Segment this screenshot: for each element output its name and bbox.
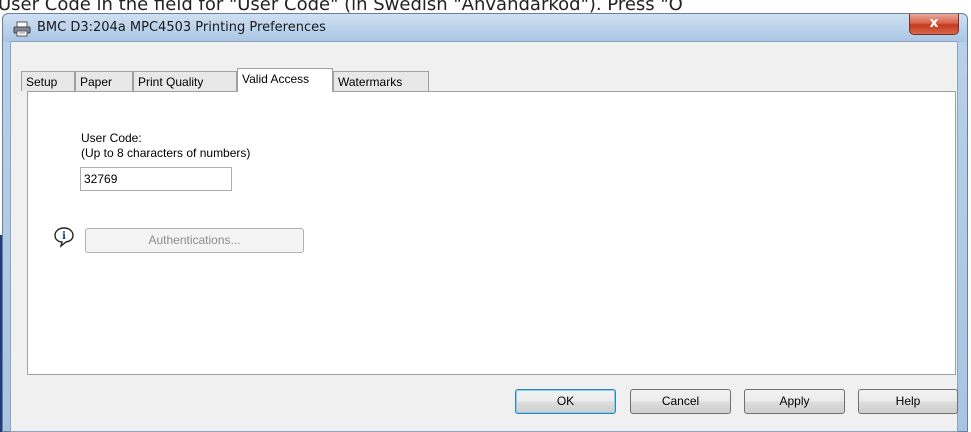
tab-label: Print Quality [138,75,204,89]
ok-button[interactable]: OK [515,389,616,414]
authentications-button: Authentications... [85,228,304,253]
cancel-button[interactable]: Cancel [630,389,731,414]
tab-print-quality[interactable]: Print Quality [133,71,237,91]
info-icon: i [54,227,74,248]
tab-label: Paper [80,75,113,89]
apply-label: Apply [779,394,810,408]
user-code-hint: (Up to 8 characters of numbers) [81,146,251,160]
printer-icon [13,21,31,37]
title-bar[interactable]: BMC D3:204a MPC4503 Printing Preferences… [3,14,967,42]
window-title: BMC D3:204a MPC4503 Printing Preferences [37,20,326,35]
tab-label: Watermarks [338,75,403,89]
help-button[interactable]: Help [858,389,958,414]
user-code-label: User Code: [81,131,142,145]
tab-label: Valid Access [242,72,310,86]
svg-text:i: i [62,231,66,242]
close-button[interactable]: x [909,14,959,35]
tab-paper[interactable]: Paper [75,71,133,91]
user-code-input[interactable] [80,167,232,191]
close-icon: x [929,15,939,31]
tab-watermarks[interactable]: Watermarks [333,71,429,91]
tab-valid-access[interactable]: Valid Access [237,68,333,92]
apply-button[interactable]: Apply [744,389,845,414]
tab-setup[interactable]: Setup [21,71,75,91]
tab-label: Setup [26,75,58,89]
